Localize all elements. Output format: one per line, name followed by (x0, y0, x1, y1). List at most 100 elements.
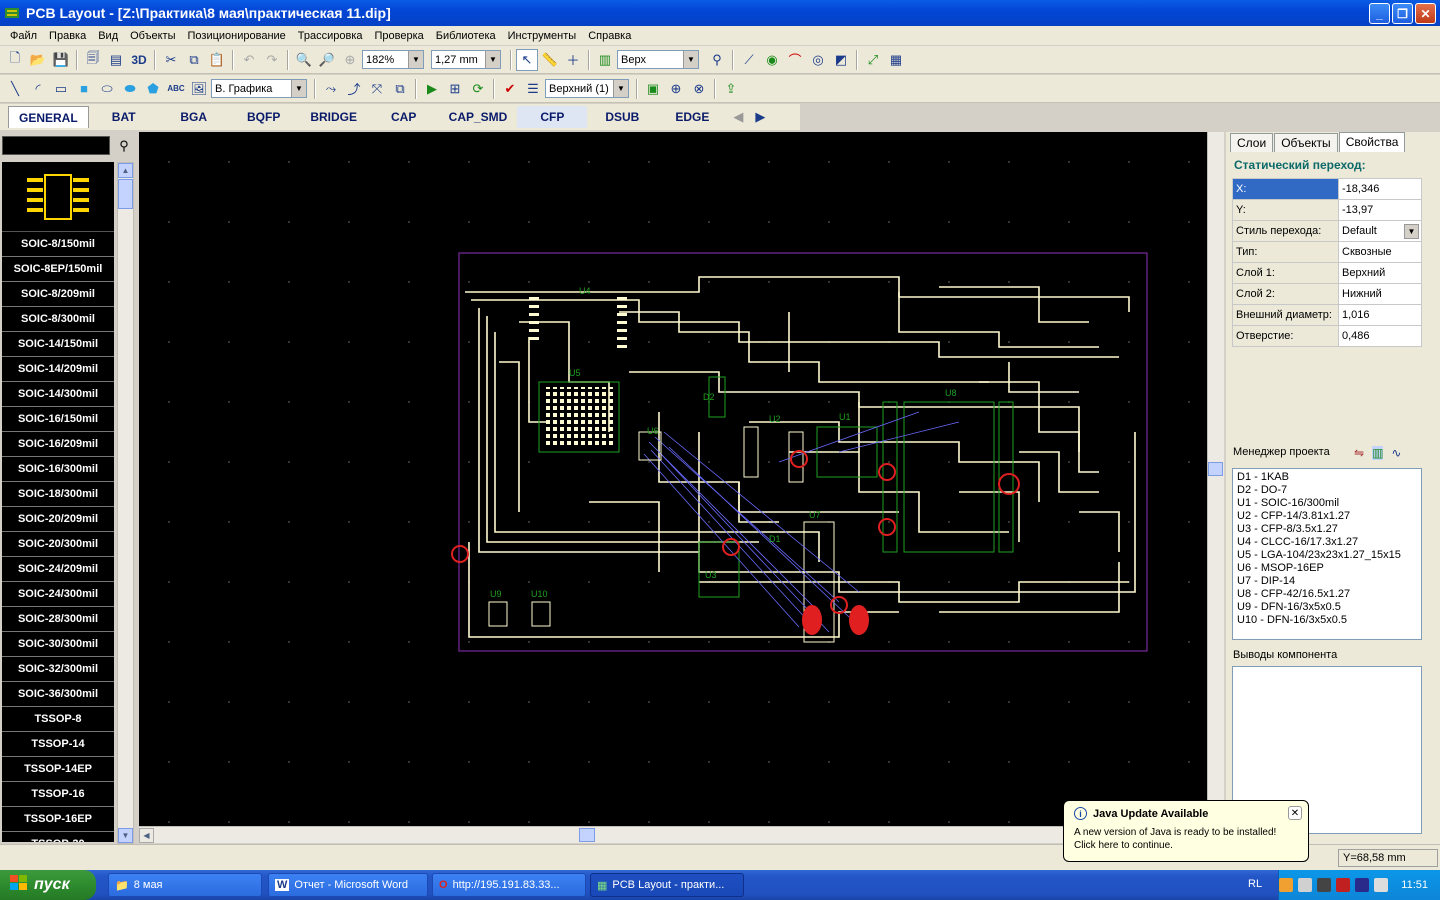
drc-check-icon[interactable]: ✔ (499, 78, 521, 100)
new-file-icon[interactable]: 🗋 (4, 49, 26, 71)
list-item[interactable]: SOIC-20/209mil (2, 507, 114, 532)
prop-layer1-value[interactable]: Верхний (1338, 262, 1422, 284)
pcb-canvas[interactable]: U4 U5 U6 U7 U8 U1 U2 U3 D1 D2 U9 U10 (139, 132, 1207, 826)
component-icon[interactable]: ▥ (594, 49, 616, 71)
menu-check[interactable]: Проверка (369, 30, 430, 42)
tab-bga[interactable]: BGA (159, 106, 229, 128)
polygon-tool-icon[interactable]: ⬟ (142, 78, 164, 100)
prop-x-value[interactable]: -18,346 (1338, 178, 1422, 200)
polygon-icon[interactable]: ◩ (830, 49, 852, 71)
list-item[interactable]: SOIC-16/209mil (2, 432, 114, 457)
menu-objects[interactable]: Объекты (124, 30, 181, 42)
text-tool-icon[interactable]: ABC (165, 78, 187, 100)
undo-icon[interactable]: ↶ (238, 49, 260, 71)
task-word[interactable]: W Отчет - Microsoft Word (268, 873, 428, 897)
rectangle-tool-icon[interactable]: ▭ (50, 78, 72, 100)
task-opera[interactable]: Ohttp://195.191.83.33... (432, 873, 586, 897)
list-item[interactable]: U1 - SOIC-16/300mil (1237, 497, 1417, 510)
select-arrow-icon[interactable]: ↖ (516, 48, 538, 71)
grid-combo[interactable]: 1,27 mm ▼ (431, 50, 501, 69)
open-file-icon[interactable]: 📂 (27, 49, 49, 71)
list-item[interactable]: U2 - CFP-14/3.81x1.27 (1237, 510, 1417, 523)
close-icon[interactable]: ✕ (1288, 806, 1302, 820)
tab-scroll-right-icon[interactable]: ▶ (749, 106, 771, 128)
java-tray-icon[interactable] (1279, 878, 1294, 892)
image-tool-icon[interactable]: 🖼 (188, 78, 210, 100)
graphic-layer-combo[interactable]: В. Графика ▼ (211, 79, 307, 98)
list-item[interactable]: SOIC-16/150mil (2, 407, 114, 432)
netlist-icon[interactable]: ⇋ (1354, 446, 1364, 460)
via-icon[interactable]: ◉ (761, 49, 783, 71)
list-item[interactable]: TSSOP-8 (2, 707, 114, 732)
network-icon[interactable] (1317, 878, 1332, 892)
restore-button[interactable]: ❐ (1392, 3, 1413, 24)
language-indicator[interactable]: RL (1248, 878, 1262, 890)
list-item[interactable]: TSSOP-14EP (2, 757, 114, 782)
list-item[interactable]: U6 - MSOP-16EP (1237, 562, 1417, 575)
list-item[interactable]: TSSOP-14 (2, 732, 114, 757)
list-item[interactable]: U4 - CLCC-16/17.3x1.27 (1237, 536, 1417, 549)
antivirus-icon[interactable] (1336, 878, 1351, 892)
nets-icon[interactable]: ∿ (1391, 446, 1401, 460)
find-binoculars-icon[interactable]: ⚲ (706, 49, 728, 71)
tab-general[interactable]: GENERAL (8, 106, 89, 128)
list-item[interactable]: SOIC-36/300mil (2, 682, 114, 707)
list-item[interactable]: SOIC-14/300mil (2, 382, 114, 407)
tab-dsub[interactable]: DSUB (587, 106, 657, 128)
line-tool-icon[interactable]: ╲ (4, 78, 26, 100)
measure-icon[interactable]: 📏 (539, 49, 561, 71)
route-split-icon[interactable]: ⤧ (366, 78, 388, 100)
pad-icon[interactable]: ◎ (807, 49, 829, 71)
export-icon[interactable]: ⇪ (720, 78, 742, 100)
menu-routing[interactable]: Трассировка (292, 30, 369, 42)
components-icon[interactable]: ▥ (1372, 446, 1384, 460)
list-item[interactable]: SOIC-14/209mil (2, 357, 114, 382)
part-search-input[interactable] (2, 136, 110, 155)
tab-cap-smd[interactable]: CAP_SMD (439, 106, 518, 128)
tab-scroll-left-icon[interactable]: ◀ (727, 106, 749, 128)
part-list[interactable]: SOIC-8/150mil SOIC-8EP/150mil SOIC-8/209… (2, 162, 114, 842)
zoom-fit-icon[interactable]: ⊕ (339, 49, 361, 71)
task-pcb-layout[interactable]: ▦ PCB Layout - практи... (590, 873, 744, 897)
ellipse-tool-icon[interactable]: ⬭ (96, 78, 118, 100)
menu-help[interactable]: Справка (582, 30, 637, 42)
list-item[interactable]: SOIC-18/300mil (2, 482, 114, 507)
canvas-horizontal-scrollbar[interactable]: ◀ (139, 826, 1207, 843)
menu-file[interactable]: Файл (4, 30, 43, 42)
zoom-out-icon[interactable]: 🔎 (316, 49, 338, 71)
drc-report-icon[interactable]: ☰ (522, 78, 544, 100)
list-item[interactable]: D1 - 1KAB (1237, 471, 1417, 484)
filled-rectangle-icon[interactable]: ■ (73, 78, 95, 100)
list-item[interactable]: SOIC-20/300mil (2, 532, 114, 557)
list-item[interactable]: SOIC-8EP/150mil (2, 257, 114, 282)
tab-bridge[interactable]: BRIDGE (299, 106, 369, 128)
volume-icon[interactable] (1298, 878, 1313, 892)
list-item[interactable]: U7 - DIP-14 (1237, 575, 1417, 588)
list-item[interactable]: U8 - CFP-42/16.5x1.27 (1237, 588, 1417, 601)
list-item[interactable]: U3 - CFP-8/3.5x1.27 (1237, 523, 1417, 536)
list-item[interactable]: TSSOP-16 (2, 782, 114, 807)
print-icon[interactable]: ▤ (105, 49, 127, 71)
list-item[interactable]: U10 - DFN-16/3x5x0.5 (1237, 614, 1417, 627)
menu-edit[interactable]: Правка (43, 30, 92, 42)
canvas-vertical-scrollbar[interactable] (1207, 132, 1224, 842)
prop-hole-value[interactable]: 0,486 (1338, 325, 1422, 347)
paste-icon[interactable]: 📋 (206, 49, 228, 71)
component-edit-icon[interactable]: ⊗ (688, 78, 710, 100)
list-item[interactable]: U5 - LGA-104/23x23x1.27_15x15 (1237, 549, 1417, 562)
origin-cross-icon[interactable]: ＋ (562, 49, 584, 71)
zoom-in-icon[interactable]: 🔍 (293, 49, 315, 71)
component-add-icon[interactable]: ⊕ (665, 78, 687, 100)
list-item[interactable]: SOIC-24/300mil (2, 582, 114, 607)
tab-objects[interactable]: Объекты (1274, 133, 1338, 152)
refresh-icon[interactable]: ⟳ (467, 78, 489, 100)
prop-style-select[interactable]: Default ▼ (1338, 220, 1422, 242)
autoroute-icon[interactable]: ⌒ (784, 49, 806, 71)
prop-layer2-value[interactable]: Нижний (1338, 283, 1422, 305)
list-item[interactable]: SOIC-8/300mil (2, 307, 114, 332)
active-layer-combo[interactable]: Верхний (1) ▼ (545, 79, 629, 98)
print-preview-icon[interactable]: 🗐 (82, 49, 104, 71)
route-copy-icon[interactable]: ⧉ (389, 78, 411, 100)
redo-icon[interactable]: ↷ (261, 49, 283, 71)
cut-icon[interactable]: ✂ (160, 49, 182, 71)
